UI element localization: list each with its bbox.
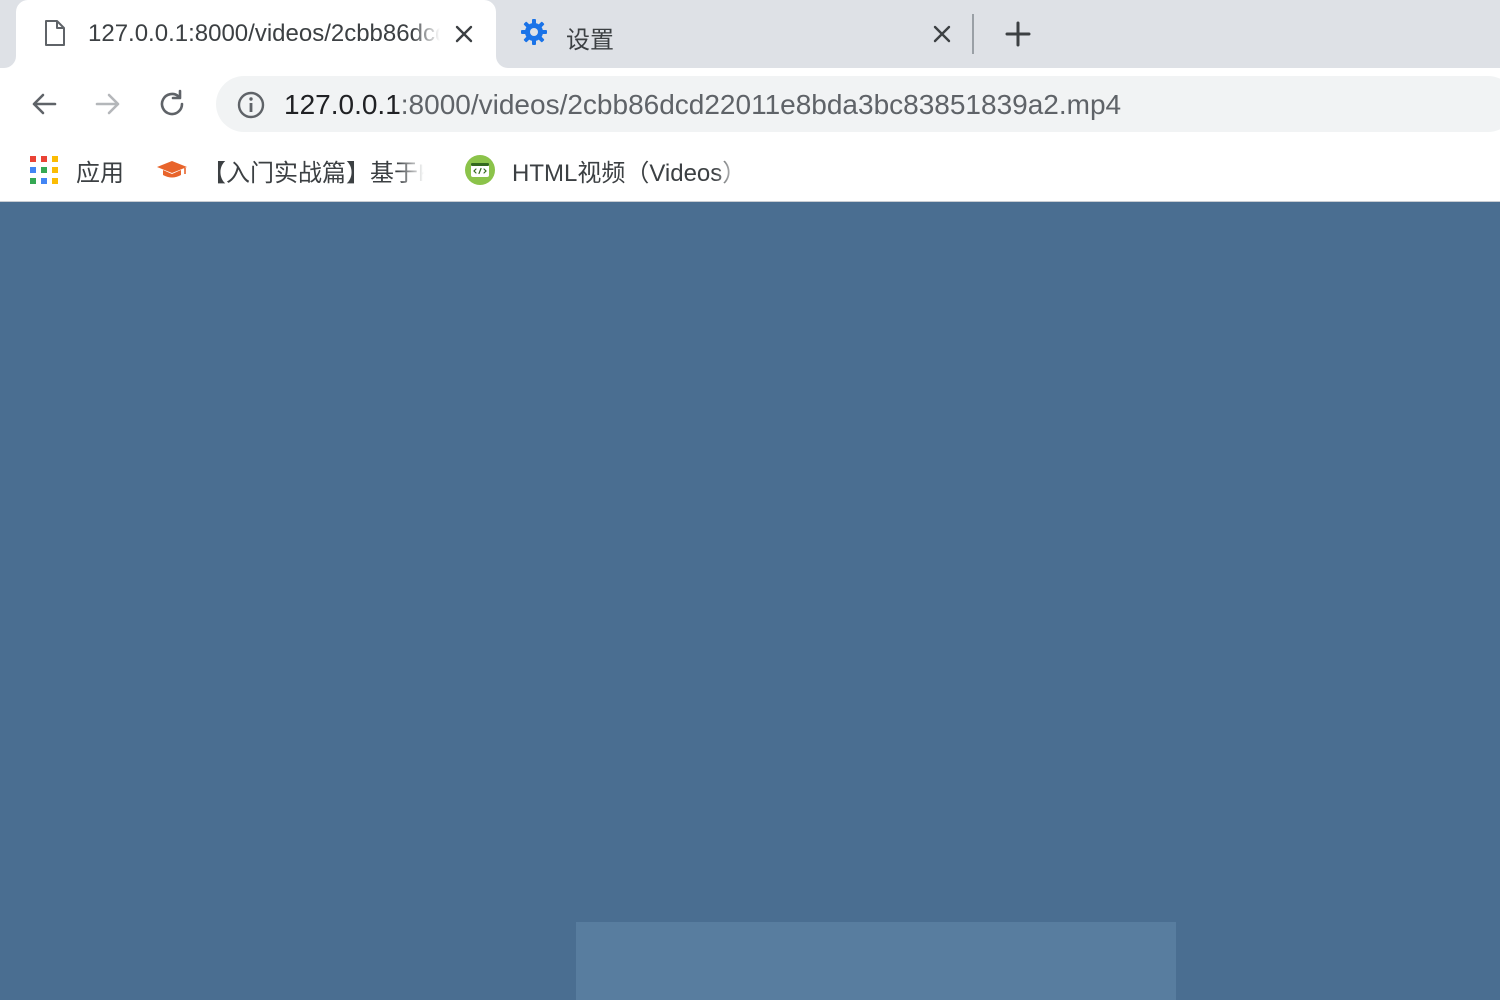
code-badge-icon [465,155,495,185]
close-icon[interactable] [450,20,478,48]
apps-grid-icon [30,156,58,184]
graduation-cap-icon [157,161,187,178]
document-icon [45,20,65,46]
reload-button[interactable] [152,84,192,124]
bookmark-apps[interactable]: 应用 [30,150,124,190]
info-icon[interactable] [236,90,266,120]
url-text: 127.0.0.1:8000/videos/2cbb86dcd22011e8bd… [284,89,1121,121]
video-panel[interactable] [576,922,1176,1000]
new-tab-button[interactable] [1000,16,1036,52]
url-host: 127.0.0.1 [284,89,401,120]
tab-divider [972,14,974,54]
forward-button[interactable] [88,84,128,124]
arrow-left-icon [32,93,57,115]
video-page-content [0,202,1500,1000]
gear-icon [521,19,547,45]
bookmark-course[interactable]: 【入门实战篇】基于K [156,150,424,190]
toolbar: 127.0.0.1:8000/videos/2cbb86dcd22011e8bd… [0,68,1500,138]
plus-icon [1005,21,1031,47]
reload-icon [160,89,184,116]
close-icon[interactable] [928,20,956,48]
arrow-right-icon [95,93,120,115]
bookmark-html-videos[interactable]: HTML视频（Videos） [464,150,742,190]
tab-title: 127.0.0.1:8000/videos/2cbb86dcd22011e8bd… [88,20,440,47]
back-button[interactable] [24,84,64,124]
url-path: :8000/videos/2cbb86dcd22011e8bda3bc83851… [400,89,1122,120]
address-bar[interactable]: 127.0.0.1:8000/videos/2cbb86dcd22011e8bd… [216,76,1500,132]
bookmark-label: HTML视频（Videos） [512,159,742,187]
bookmark-label: 【入门实战篇】基于K [202,159,424,187]
tab-title: 设置 [566,27,614,54]
bookmark-label: 应用 [76,159,124,187]
tab-settings[interactable]: 设置 [500,0,966,68]
tab-video[interactable]: 127.0.0.1:8000/videos/2cbb86dcd22011e8bd… [16,0,496,68]
bookmarks-bar: 应用 【入门实战篇】基于K HTML视频（Videos） [0,138,1500,202]
tab-strip: 127.0.0.1:8000/videos/2cbb86dcd22011e8bd… [0,0,1500,68]
